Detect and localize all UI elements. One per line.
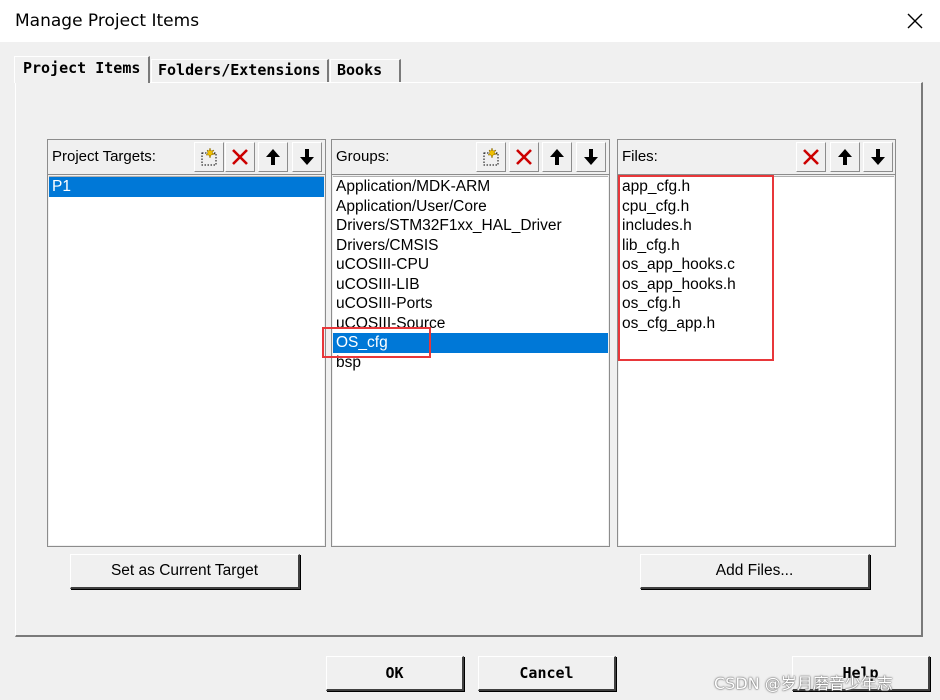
move-group-up-button[interactable] bbox=[542, 142, 572, 172]
new-item-icon bbox=[201, 147, 217, 166]
set-current-target-button[interactable]: Set as Current Target bbox=[70, 554, 300, 589]
file-item[interactable]: includes.h bbox=[619, 216, 894, 236]
file-item[interactable]: os_cfg.h bbox=[619, 294, 894, 314]
delete-icon bbox=[516, 149, 532, 165]
file-item[interactable]: lib_cfg.h bbox=[619, 236, 894, 256]
files-panel: Files: app_cfg.h cpu_cfg.h includes.h li… bbox=[617, 139, 896, 547]
group-item[interactable]: Application/MDK-ARM bbox=[333, 177, 608, 197]
project-targets-label: Project Targets: bbox=[52, 148, 156, 165]
group-item[interactable]: bsp bbox=[333, 353, 608, 373]
groups-header: Groups: bbox=[332, 140, 609, 175]
arrow-down-icon bbox=[584, 149, 598, 165]
tab-books[interactable]: Books bbox=[330, 59, 401, 82]
file-item[interactable]: os_cfg_app.h bbox=[619, 314, 894, 334]
group-item-selected[interactable]: OS_cfg bbox=[333, 333, 608, 353]
tab-folders-extensions[interactable]: Folders/Extensions bbox=[151, 59, 329, 82]
cancel-button[interactable]: Cancel bbox=[478, 656, 616, 691]
delete-file-button[interactable] bbox=[796, 142, 826, 172]
file-item[interactable]: os_app_hooks.h bbox=[619, 275, 894, 295]
arrow-up-icon bbox=[266, 149, 280, 165]
move-target-down-button[interactable] bbox=[292, 142, 322, 172]
ok-button[interactable]: OK bbox=[326, 656, 464, 691]
move-file-down-button[interactable] bbox=[863, 142, 893, 172]
group-item[interactable]: uCOSIII-CPU bbox=[333, 255, 608, 275]
group-item[interactable]: Drivers/STM32F1xx_HAL_Driver bbox=[333, 216, 608, 236]
file-item[interactable]: os_app_hooks.c bbox=[619, 255, 894, 275]
group-item[interactable]: uCOSIII-LIB bbox=[333, 275, 608, 295]
close-button[interactable] bbox=[900, 6, 930, 36]
arrow-up-icon bbox=[838, 149, 852, 165]
group-item[interactable]: uCOSIII-Source bbox=[333, 314, 608, 334]
project-targets-list[interactable]: P1 bbox=[49, 176, 324, 545]
groups-label: Groups: bbox=[336, 148, 390, 165]
title-bar: Manage Project Items bbox=[0, 0, 940, 42]
project-targets-panel: Project Targets: P1 bbox=[47, 139, 326, 547]
groups-list[interactable]: Application/MDK-ARM Application/User/Cor… bbox=[333, 176, 608, 545]
new-group-button[interactable] bbox=[476, 142, 506, 172]
file-item[interactable]: cpu_cfg.h bbox=[619, 197, 894, 217]
delete-icon bbox=[803, 149, 819, 165]
window-title: Manage Project Items bbox=[15, 11, 200, 31]
group-item[interactable]: Application/User/Core bbox=[333, 197, 608, 217]
arrow-down-icon bbox=[300, 149, 314, 165]
files-list[interactable]: app_cfg.h cpu_cfg.h includes.h lib_cfg.h… bbox=[619, 176, 894, 545]
groups-panel: Groups: Application/MDK-ARM Application/… bbox=[331, 139, 610, 547]
project-targets-header: Project Targets: bbox=[48, 140, 325, 175]
arrow-down-icon bbox=[871, 149, 885, 165]
target-item-p1[interactable]: P1 bbox=[49, 177, 324, 197]
new-target-button[interactable] bbox=[194, 142, 224, 172]
delete-icon bbox=[232, 149, 248, 165]
delete-target-button[interactable] bbox=[225, 142, 255, 172]
close-icon bbox=[907, 13, 923, 29]
delete-group-button[interactable] bbox=[509, 142, 539, 172]
file-item[interactable]: app_cfg.h bbox=[619, 177, 894, 197]
group-item[interactable]: Drivers/CMSIS bbox=[333, 236, 608, 256]
files-label: Files: bbox=[622, 148, 658, 165]
files-header: Files: bbox=[618, 140, 895, 175]
move-target-up-button[interactable] bbox=[258, 142, 288, 172]
new-item-icon bbox=[483, 147, 499, 166]
move-file-up-button[interactable] bbox=[830, 142, 860, 172]
group-item[interactable]: uCOSIII-Ports bbox=[333, 294, 608, 314]
move-group-down-button[interactable] bbox=[576, 142, 606, 172]
arrow-up-icon bbox=[550, 149, 564, 165]
tab-project-items[interactable]: Project Items bbox=[14, 56, 151, 83]
add-files-button[interactable]: Add Files... bbox=[640, 554, 870, 589]
watermark: CSDN @岁月磨音少年志 bbox=[714, 674, 893, 693]
